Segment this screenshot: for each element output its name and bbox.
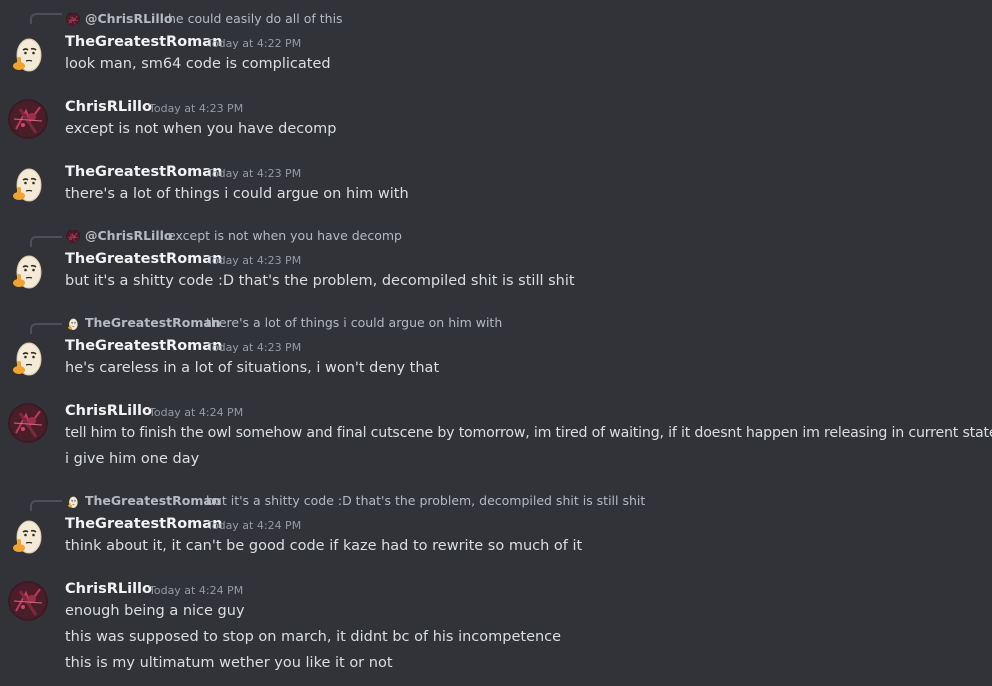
reply-preview[interactable]: he could easily do all of this <box>168 11 343 26</box>
reply-connector <box>30 500 62 511</box>
egg-avatar-icon[interactable] <box>8 251 48 291</box>
author-name[interactable]: TheGreatestRoman <box>65 34 222 50</box>
author-name[interactable]: ChrisRLillo <box>65 99 152 115</box>
reply-author[interactable]: @ChrisRLillo <box>85 228 173 243</box>
reply-preview[interactable]: except is not when you have decomp <box>168 228 402 243</box>
reply-avatar-icon[interactable] <box>66 12 80 26</box>
egg-avatar-icon[interactable] <box>8 34 48 74</box>
author-name[interactable]: TheGreatestRoman <box>65 251 222 267</box>
message-text: enough being a nice guy <box>65 603 245 619</box>
message-text: but it's a shitty code :D that's the pro… <box>65 273 575 289</box>
reply-connector <box>30 236 62 247</box>
reply-author[interactable]: TheGreatestRoman <box>85 315 221 330</box>
author-name[interactable]: TheGreatestRoman <box>65 338 222 354</box>
reply-avatar-icon[interactable] <box>66 229 80 243</box>
timestamp: Today at 4:24 PM <box>149 584 244 597</box>
author-name[interactable]: TheGreatestRoman <box>65 516 222 532</box>
reply-preview[interactable]: there's a lot of things i could argue on… <box>206 315 502 330</box>
egg-avatar-icon[interactable] <box>8 338 48 378</box>
reply-avatar-icon[interactable] <box>66 494 80 508</box>
message-text: there's a lot of things i could argue on… <box>65 186 409 202</box>
message-text: this was supposed to stop on march, it d… <box>65 629 562 645</box>
egg-avatar-icon[interactable] <box>8 164 48 204</box>
message-text: he's careless in a lot of situations, i … <box>65 360 440 376</box>
timestamp: Today at 4:24 PM <box>207 519 302 532</box>
message-text: tell him to finish the owl somehow and f… <box>65 425 992 441</box>
chris-avatar-icon[interactable] <box>8 403 48 443</box>
timestamp: Today at 4:23 PM <box>207 254 302 267</box>
message-text: look man, sm64 code is complicated <box>65 56 331 72</box>
timestamp: Today at 4:24 PM <box>149 406 244 419</box>
timestamp: Today at 4:23 PM <box>149 102 244 115</box>
reply-preview[interactable]: but it's a shitty code :D that's the pro… <box>206 493 645 508</box>
reply-author[interactable]: TheGreatestRoman <box>85 493 221 508</box>
message-text: this is my ultimatum wether you like it … <box>65 655 393 671</box>
reply-avatar-icon[interactable] <box>66 316 80 330</box>
message-text: i give him one day <box>65 451 200 467</box>
reply-connector <box>30 13 62 24</box>
author-name[interactable]: TheGreatestRoman <box>65 164 222 180</box>
chris-avatar-icon[interactable] <box>8 99 48 139</box>
message-text: except is not when you have decomp <box>65 121 337 137</box>
reply-author[interactable]: @ChrisRLillo <box>85 11 173 26</box>
author-name[interactable]: ChrisRLillo <box>65 581 152 597</box>
author-name[interactable]: ChrisRLillo <box>65 403 152 419</box>
timestamp: Today at 4:22 PM <box>207 37 302 50</box>
reply-connector <box>30 323 62 334</box>
timestamp: Today at 4:23 PM <box>207 167 302 180</box>
chris-avatar-icon[interactable] <box>8 581 48 621</box>
timestamp: Today at 4:23 PM <box>207 341 302 354</box>
egg-avatar-icon[interactable] <box>8 516 48 556</box>
message-text: think about it, it can't be good code if… <box>65 538 583 554</box>
